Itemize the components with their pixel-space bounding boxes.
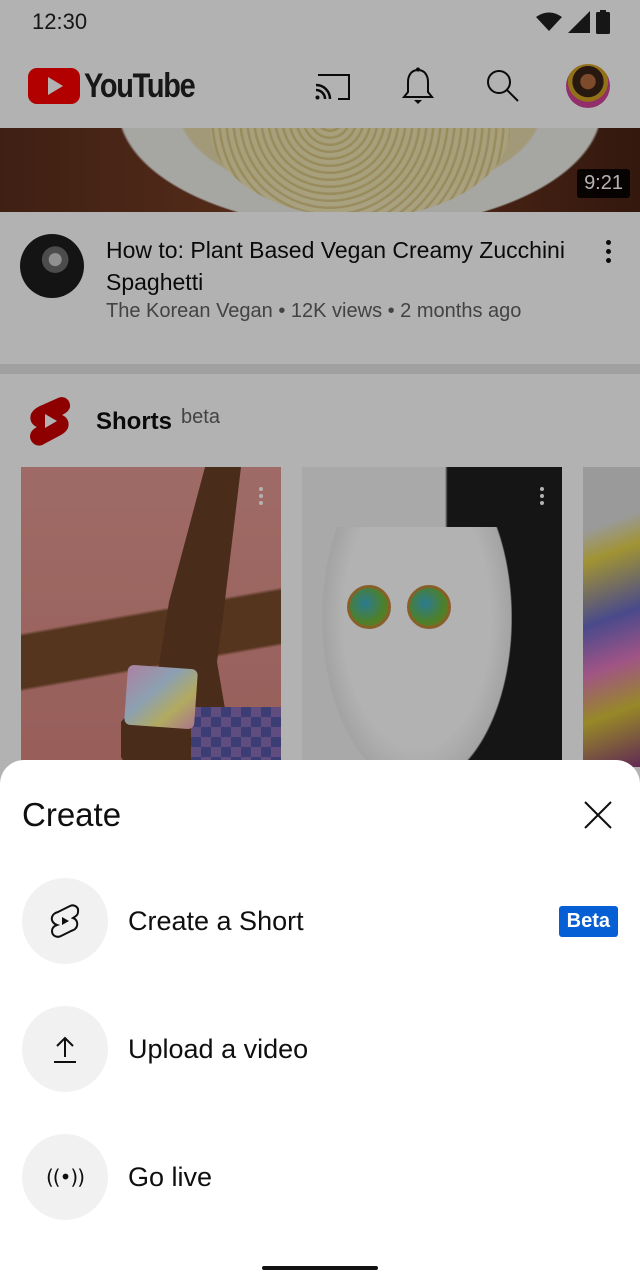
sheet-header: Create bbox=[22, 790, 618, 840]
live-icon-circle: ((•)) bbox=[22, 1134, 108, 1220]
home-indicator[interactable] bbox=[262, 1266, 378, 1270]
upload-video-option[interactable]: Upload a video bbox=[22, 1006, 618, 1092]
live-icon: ((•)) bbox=[45, 1165, 85, 1189]
go-live-label: Go live bbox=[128, 1161, 213, 1192]
create-short-label: Create a Short bbox=[128, 905, 304, 936]
youtube-home: 12:30 YouTube 9:21 How to: Plant Based V… bbox=[0, 0, 640, 1280]
close-icon bbox=[584, 801, 612, 829]
create-short-option[interactable]: Create a Short Beta bbox=[22, 878, 618, 964]
beta-badge: Beta bbox=[558, 905, 618, 937]
upload-icon-circle bbox=[22, 1006, 108, 1092]
go-live-option[interactable]: ((•)) Go live bbox=[22, 1134, 618, 1220]
sheet-title: Create bbox=[22, 796, 122, 833]
upload-video-label: Upload a video bbox=[128, 1033, 309, 1064]
create-short-icon-circle bbox=[22, 878, 108, 964]
create-bottom-sheet: Create Create a Short Beta Upload a vide… bbox=[0, 760, 640, 1280]
shorts-icon bbox=[50, 904, 80, 938]
upload-icon bbox=[54, 1036, 76, 1063]
close-button[interactable] bbox=[578, 795, 618, 835]
